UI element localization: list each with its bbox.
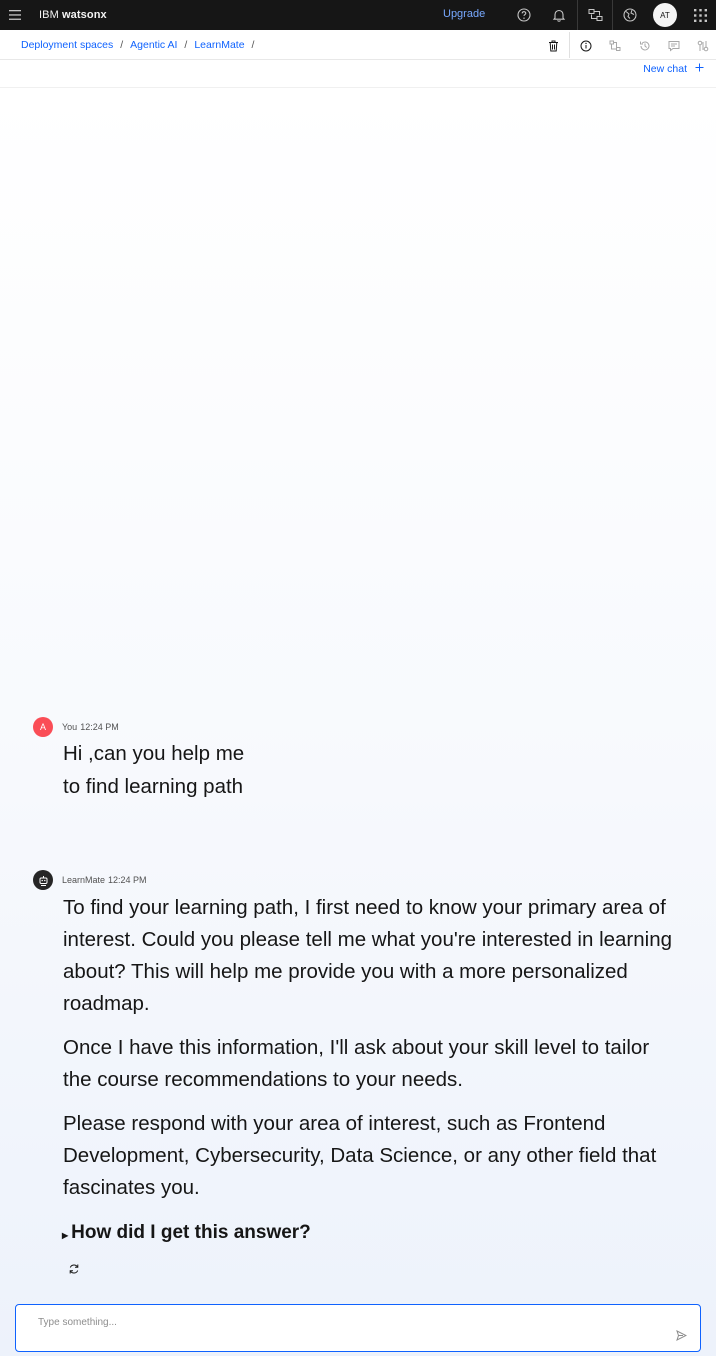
breadcrumb-separator: /: [184, 39, 188, 51]
switcher-icon[interactable]: [578, 0, 612, 30]
send-icon[interactable]: [674, 1328, 688, 1342]
flow-icon[interactable]: [603, 32, 627, 60]
regenerate-icon[interactable]: [66, 1262, 82, 1276]
history-icon[interactable]: [633, 32, 657, 60]
user-avatar: A: [33, 717, 53, 737]
help-icon[interactable]: [507, 0, 541, 30]
breadcrumb-learnmate[interactable]: LearnMate: [194, 39, 244, 51]
brand-prefix: IBM: [39, 9, 59, 21]
upgrade-link[interactable]: Upgrade: [443, 8, 485, 20]
chat-icon[interactable]: [662, 32, 686, 60]
trash-icon[interactable]: [541, 32, 565, 60]
breadcrumb: Deployment spaces / Agentic AI / LearnMa…: [21, 39, 261, 51]
user-avatar[interactable]: AT: [653, 3, 677, 27]
breadcrumb-agentic-ai[interactable]: Agentic AI: [130, 39, 177, 51]
product-brand[interactable]: IBM watsonx: [39, 9, 107, 21]
globe-icon[interactable]: [613, 0, 647, 30]
caret-right-icon: ▶: [62, 1230, 69, 1240]
menu-icon[interactable]: [0, 0, 30, 30]
message-time: 12:24 PM: [80, 722, 119, 732]
bot-avatar: [33, 870, 53, 890]
breadcrumb-separator: /: [120, 39, 124, 51]
message-input[interactable]: [38, 1313, 658, 1331]
app-switcher-icon[interactable]: [683, 0, 716, 30]
bot-message-paragraph: To find your learning path, I first need…: [63, 896, 673, 1015]
new-chat-label: New chat: [643, 63, 687, 75]
answer-explanation-label: How did I get this answer?: [71, 1222, 311, 1243]
message-composer: [15, 1304, 701, 1352]
message-author: LearnMate: [62, 875, 106, 885]
new-chat-button[interactable]: New chat: [643, 63, 704, 75]
breadcrumb-deployment-spaces[interactable]: Deployment spaces: [21, 39, 113, 51]
plus-icon: [695, 63, 704, 75]
divider: [569, 32, 570, 58]
answer-explanation-toggle[interactable]: ▶ How did I get this answer?: [62, 1222, 311, 1244]
brand-name: watsonx: [62, 9, 107, 21]
bot-message-paragraph: Once I have this information, I'll ask a…: [63, 1036, 650, 1091]
bot-message-header: LearnMate 12:24 PM: [0, 870, 147, 890]
user-message-header: A You 12:24 PM: [0, 717, 119, 737]
message-time: 12:24 PM: [108, 875, 147, 885]
message-author: You: [62, 722, 78, 732]
settings-icon[interactable]: [691, 32, 715, 60]
bot-message-paragraph: Please respond with your area of interes…: [63, 1112, 657, 1199]
top-bar: IBM watsonx Upgrade AT: [0, 0, 716, 30]
info-icon[interactable]: [574, 32, 598, 60]
chat-toolbar: New chat: [0, 60, 716, 88]
user-message-text: Hi ,can you help me to find learning pat…: [63, 742, 245, 798]
notification-icon[interactable]: [542, 0, 576, 30]
breadcrumb-separator: /: [251, 39, 255, 51]
